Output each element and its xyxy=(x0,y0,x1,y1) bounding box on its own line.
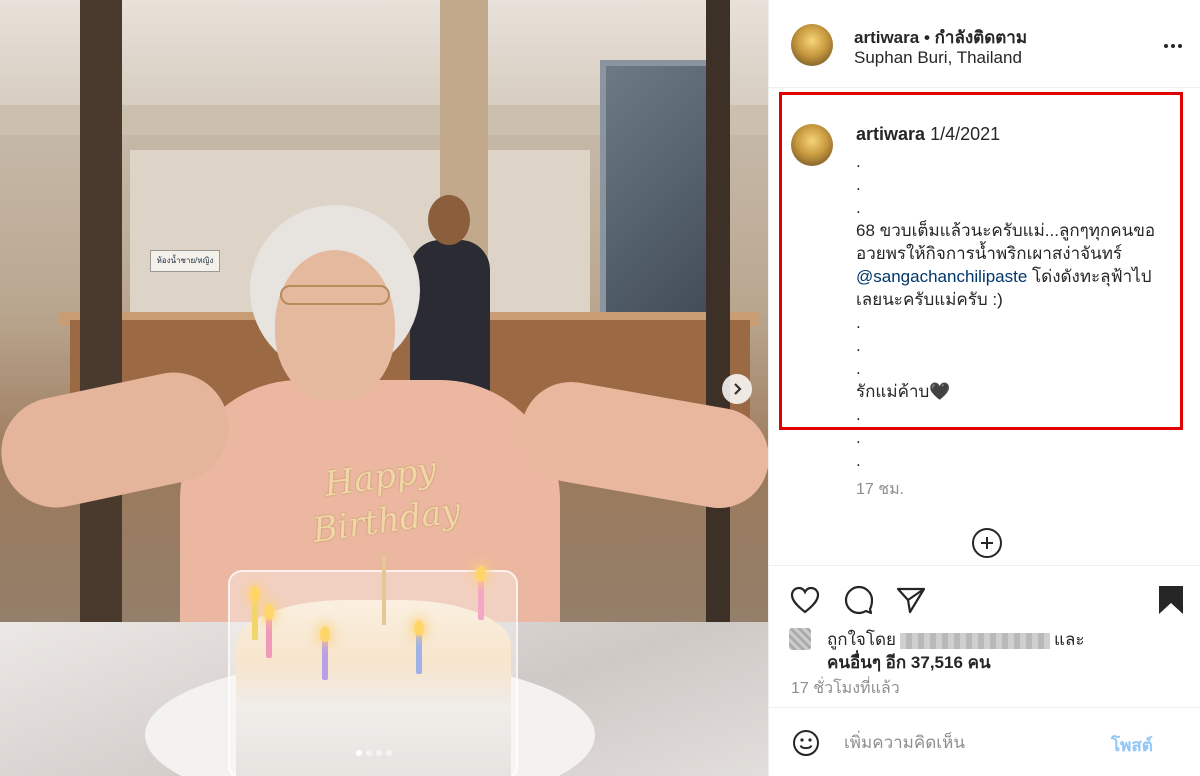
save-button[interactable] xyxy=(1153,582,1189,618)
caption-line: . xyxy=(856,198,861,217)
caption-line: . xyxy=(856,428,861,447)
chevron-right-icon xyxy=(734,383,742,395)
emoji-button[interactable] xyxy=(791,728,821,758)
candle-flame xyxy=(320,626,330,642)
author-username[interactable]: artiwara xyxy=(854,28,919,47)
likes-summary: ถูกใจโดย และ คนอื่นๆ อีก 37,516 คน xyxy=(789,628,1189,674)
carousel-dot xyxy=(376,750,382,756)
caption-avatar[interactable] xyxy=(791,124,833,166)
carousel-dots xyxy=(356,750,392,756)
more-options-icon xyxy=(1164,44,1182,48)
caption-line: . xyxy=(856,451,861,470)
candle-flame xyxy=(264,604,274,620)
candle xyxy=(478,580,484,620)
like-button[interactable] xyxy=(787,582,823,618)
likes-conjunction: และ xyxy=(1053,630,1085,649)
caption-line: . xyxy=(856,152,861,171)
candle xyxy=(416,634,422,674)
likes-prefix: ถูกใจโดย xyxy=(827,630,896,649)
post-location[interactable]: Suphan Buri, Thailand xyxy=(854,48,1022,68)
caption-username[interactable]: artiwara xyxy=(856,124,925,144)
follow-status[interactable]: • กำลังติดตาม xyxy=(924,28,1027,47)
author-line: artiwara • กำลังติดตาม xyxy=(854,24,1027,51)
plus-circle-icon xyxy=(981,537,993,549)
photo-door-frame-right xyxy=(706,0,730,700)
caption-line: . xyxy=(856,405,861,424)
caption-line: . xyxy=(856,313,861,332)
likes-others-link[interactable]: คนอื่นๆ อีก 37,516 คน xyxy=(827,653,991,672)
post-header: artiwara • กำลังติดตาม Suphan Buri, Thai… xyxy=(769,0,1200,88)
caption-closing: รักแม่ค้าบ🖤 xyxy=(856,382,951,401)
candle-flame xyxy=(476,566,486,582)
load-more-comments-button[interactable] xyxy=(972,528,1002,558)
post-photo[interactable]: ห้องน้ำชาย/หญิง Happy Birthday xyxy=(0,0,768,776)
share-button[interactable] xyxy=(893,582,929,618)
caption-line: . xyxy=(856,175,861,194)
likes-line-2: คนอื่นๆ อีก 37,516 คน xyxy=(789,651,1189,674)
caption-body: 68 ขวบเต็มแล้วนะครับแม่...ลูกๆทุกคนขออวย… xyxy=(856,219,1176,311)
caption-mention-link[interactable]: @sangachanchilipaste xyxy=(856,267,1027,286)
candle xyxy=(322,640,328,680)
comment-input[interactable] xyxy=(844,730,1104,756)
comment-bar: โพสต์ xyxy=(769,707,1200,776)
carousel-dot xyxy=(356,750,362,756)
carousel-dot xyxy=(366,750,372,756)
photo-cake-box xyxy=(228,570,518,776)
more-options-button[interactable] xyxy=(1161,34,1185,58)
post-sidebar: artiwara • กำลังติดตาม Suphan Buri, Thai… xyxy=(768,0,1200,776)
liker-avatar[interactable] xyxy=(789,628,811,650)
photo-door-frame-left xyxy=(80,0,122,640)
cake-topper: Happy Birthday xyxy=(310,449,464,552)
comment-icon xyxy=(844,585,874,615)
author-avatar[interactable] xyxy=(791,24,833,66)
caption-text: ... 68 ขวบเต็มแล้วนะครับแม่...ลูกๆทุกคนขอ… xyxy=(856,150,1176,472)
caption-line: . xyxy=(856,336,861,355)
share-icon xyxy=(896,587,926,614)
comment-button[interactable] xyxy=(841,582,877,618)
caption-line: . xyxy=(856,359,861,378)
caption-header: artiwara 1/4/2021 xyxy=(856,124,1000,145)
emoji-icon xyxy=(793,730,819,756)
candle xyxy=(252,600,258,640)
heart-icon xyxy=(790,586,820,614)
bookmark-icon xyxy=(1159,586,1183,614)
caption-body-text: 68 ขวบเต็มแล้วนะครับแม่...ลูกๆทุกคนขออวย… xyxy=(856,221,1156,263)
caption-date: 1/4/2021 xyxy=(930,124,1001,144)
liker-username-blurred[interactable] xyxy=(899,632,1050,649)
post-comment-button[interactable]: โพสต์ xyxy=(1111,732,1153,759)
caption-time-ago[interactable]: 17 ชม. xyxy=(856,477,904,502)
carousel-next-button[interactable] xyxy=(722,374,752,404)
likes-line-1: ถูกใจโดย และ xyxy=(789,628,1189,651)
carousel-dot xyxy=(386,750,392,756)
candle-flame xyxy=(250,586,260,602)
candle xyxy=(266,618,272,658)
post-timestamp[interactable]: 17 ชั่วโมงที่แล้ว xyxy=(791,676,900,701)
candle-flame xyxy=(414,620,424,636)
